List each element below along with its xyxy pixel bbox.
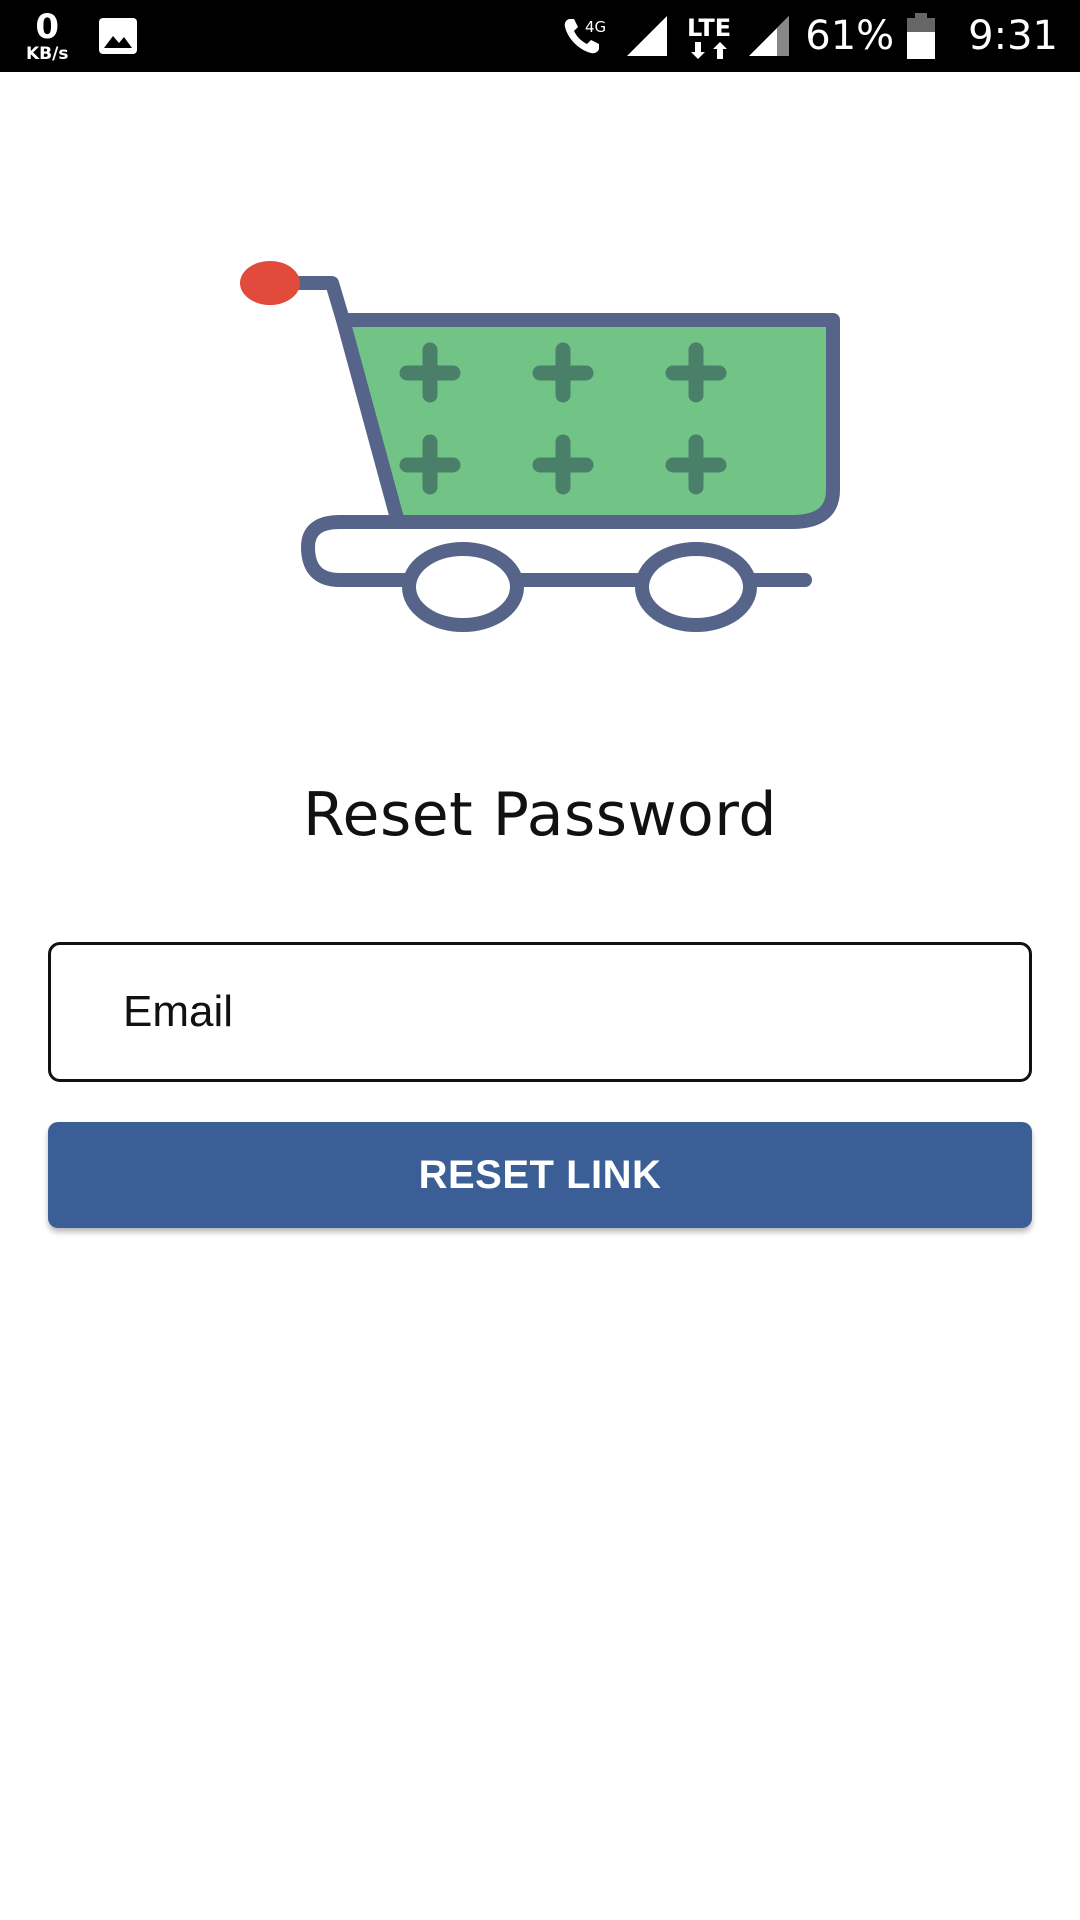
email-input[interactable]	[123, 945, 1003, 1079]
cart-wheel-back	[635, 542, 757, 632]
data-network-type: LTE	[687, 14, 731, 42]
signal-icon	[627, 16, 668, 56]
battery-percent: 61%	[805, 13, 895, 59]
cart-grip	[240, 261, 300, 305]
network-speed-indicator: 0 KB/s	[26, 10, 68, 63]
page-title: Reset Password	[303, 780, 777, 850]
status-clock: 9:31	[968, 13, 1058, 59]
status-bar: 0 KB/s 4G LTE 61% 9:31	[0, 0, 1080, 72]
cart-wheel-front	[402, 542, 524, 632]
cart-handle-bar	[298, 276, 350, 322]
email-field[interactable]	[48, 942, 1032, 1082]
reset-link-button[interactable]: RESET LINK	[48, 1122, 1032, 1228]
network-speed-value: 0	[35, 6, 60, 47]
status-bar-right: 4G LTE 61% 9:31	[561, 0, 1058, 72]
lte-data-icon: LTE	[687, 14, 731, 59]
gallery-icon	[99, 18, 138, 54]
status-bar-left: 0 KB/s	[26, 0, 138, 72]
call-network-type: 4G	[585, 18, 606, 36]
signal-icon-secondary	[749, 16, 790, 56]
cart-basket	[336, 313, 840, 529]
shopping-cart-icon	[240, 261, 840, 632]
battery-icon	[907, 13, 936, 59]
network-speed-unit: KB/s	[26, 43, 69, 64]
wifi-call-icon: 4G	[565, 18, 606, 54]
